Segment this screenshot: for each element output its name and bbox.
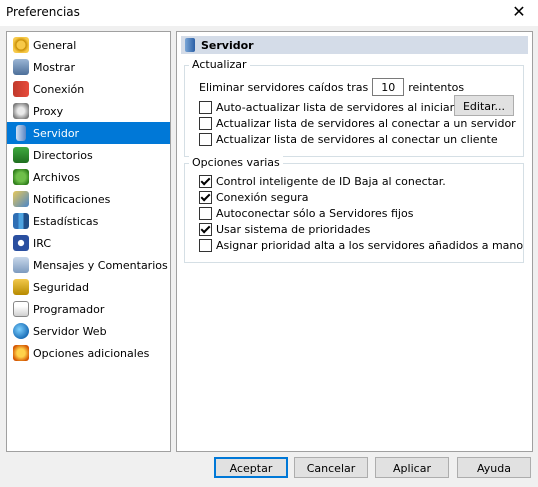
update-group: Actualizar Eliminar servidores caídos tr… [184,58,524,157]
checkbox-row[interactable]: Autoconectar sólo a Servidores fijos [199,207,413,220]
sidebar-item-programador[interactable]: Programador [7,298,170,320]
checkbox-label: Autoconectar sólo a Servidores fijos [216,207,414,220]
checkbox-row[interactable]: Usar sistema de prioridades [199,223,370,236]
lock-icon [13,279,29,295]
sidebar-item-label: Estadísticas [33,214,99,228]
checkbox-update-on-client[interactable] [199,133,212,146]
extras-icon [13,345,29,361]
sidebar-item-label: Opciones adicionales [33,346,150,360]
checkbox-secure-connection[interactable] [199,191,212,204]
sidebar-item-label: Mensajes y Comentarios [33,258,168,272]
checkbox-auto-update[interactable] [199,101,212,114]
gear-icon [13,37,29,53]
retries-row: Eliminar servidores caídos tras reintent… [199,78,464,96]
sidebar-item-servidor-web[interactable]: Servidor Web [7,320,170,342]
misc-options-group: Opciones varias Control inteligente de I… [184,156,524,263]
files-icon [13,169,29,185]
sidebar-item-estadisticas[interactable]: Estadísticas [7,210,170,232]
globe-icon [13,323,29,339]
checkbox-update-on-server[interactable] [199,117,212,130]
apply-button[interactable]: Aplicar [375,457,449,478]
preferences-sidebar: General Mostrar Conexión Proxy Servidor … [6,31,171,452]
checkbox-label: Conexión segura [216,191,309,204]
sidebar-item-notificaciones[interactable]: Notificaciones [7,188,170,210]
sidebar-item-label: IRC [33,236,52,250]
checkbox-high-priority-manual[interactable] [199,239,212,252]
checkbox-label: Control inteligente de ID Baja al conect… [216,175,446,188]
retries-label-after: reintentos [408,80,465,94]
sidebar-item-archivos[interactable]: Archivos [7,166,170,188]
title-bar: Preferencias ✕ [0,0,538,26]
stats-icon [13,213,29,229]
sidebar-item-general[interactable]: General [7,34,170,56]
sidebar-item-conexion[interactable]: Conexión [7,78,170,100]
checkbox-label: Usar sistema de prioridades [216,223,371,236]
checkbox-label: Actualizar lista de servidores al conect… [216,133,498,146]
checkbox-priority-system[interactable] [199,223,212,236]
checkbox-row[interactable]: Asignar prioridad alta a los servidores … [199,239,523,252]
checkbox-label: Asignar prioridad alta a los servidores … [216,239,524,252]
sidebar-item-label: Seguridad [33,280,89,294]
checkbox-row[interactable]: Auto-actualizar lista de servidores al i… [199,101,454,114]
group-legend: Opciones varias [189,156,283,169]
sidebar-item-label: Proxy [33,104,64,118]
checkbox-label: Actualizar lista de servidores al conect… [216,117,516,130]
sidebar-item-label: General [33,38,77,52]
sidebar-item-opciones-adicionales[interactable]: Opciones adicionales [7,342,170,364]
notification-icon [13,191,29,207]
proxy-icon [13,103,29,119]
retries-label-before: Eliminar servidores caídos tras [199,80,369,94]
retries-input[interactable] [372,78,405,96]
sidebar-item-label: Conexión [33,82,85,96]
checkbox-row[interactable]: Actualizar lista de servidores al conect… [199,117,516,130]
edit-button[interactable]: Editar... [454,95,514,116]
sidebar-item-mensajes[interactable]: Mensajes y Comentarios [7,254,170,276]
sidebar-item-seguridad[interactable]: Seguridad [7,276,170,298]
sidebar-item-irc[interactable]: IRC [7,232,170,254]
sidebar-item-label: Directorios [33,148,93,162]
sidebar-item-mostrar[interactable]: Mostrar [7,56,170,78]
sidebar-item-servidor[interactable]: Servidor [7,122,170,144]
server-icon [16,125,26,141]
irc-icon [13,235,29,251]
sidebar-item-label: Archivos [33,170,80,184]
checkbox-row[interactable]: Actualizar lista de servidores al conect… [199,133,498,146]
sidebar-item-label: Mostrar [33,60,76,74]
folder-icon [13,147,29,163]
sidebar-item-label: Servidor Web [33,324,107,338]
sidebar-item-label: Servidor [33,126,80,140]
window-title: Preferencias [6,5,80,19]
checkbox-row[interactable]: Conexión segura [199,191,308,204]
sidebar-item-proxy[interactable]: Proxy [7,100,170,122]
checkbox-autoconnect-static[interactable] [199,207,212,220]
scheduler-icon [13,301,29,317]
connection-icon [13,81,29,97]
settings-panel: Servidor Actualizar Eliminar servidores … [176,31,533,452]
checkbox-row[interactable]: Control inteligente de ID Baja al conect… [199,175,446,188]
close-icon[interactable]: ✕ [508,2,530,22]
accept-button[interactable]: Aceptar [214,457,288,478]
messages-icon [13,257,29,273]
panel-header: Servidor [181,36,528,54]
display-icon [13,59,29,75]
cancel-button[interactable]: Cancelar [294,457,368,478]
panel-title: Servidor [201,38,254,52]
sidebar-item-label: Programador [33,302,105,316]
server-icon [185,38,195,52]
help-button[interactable]: Ayuda [457,457,531,478]
group-legend: Actualizar [189,58,250,71]
sidebar-item-directorios[interactable]: Directorios [7,144,170,166]
checkbox-label: Auto-actualizar lista de servidores al i… [216,101,455,114]
sidebar-item-label: Notificaciones [33,192,111,206]
checkbox-smart-lowid[interactable] [199,175,212,188]
